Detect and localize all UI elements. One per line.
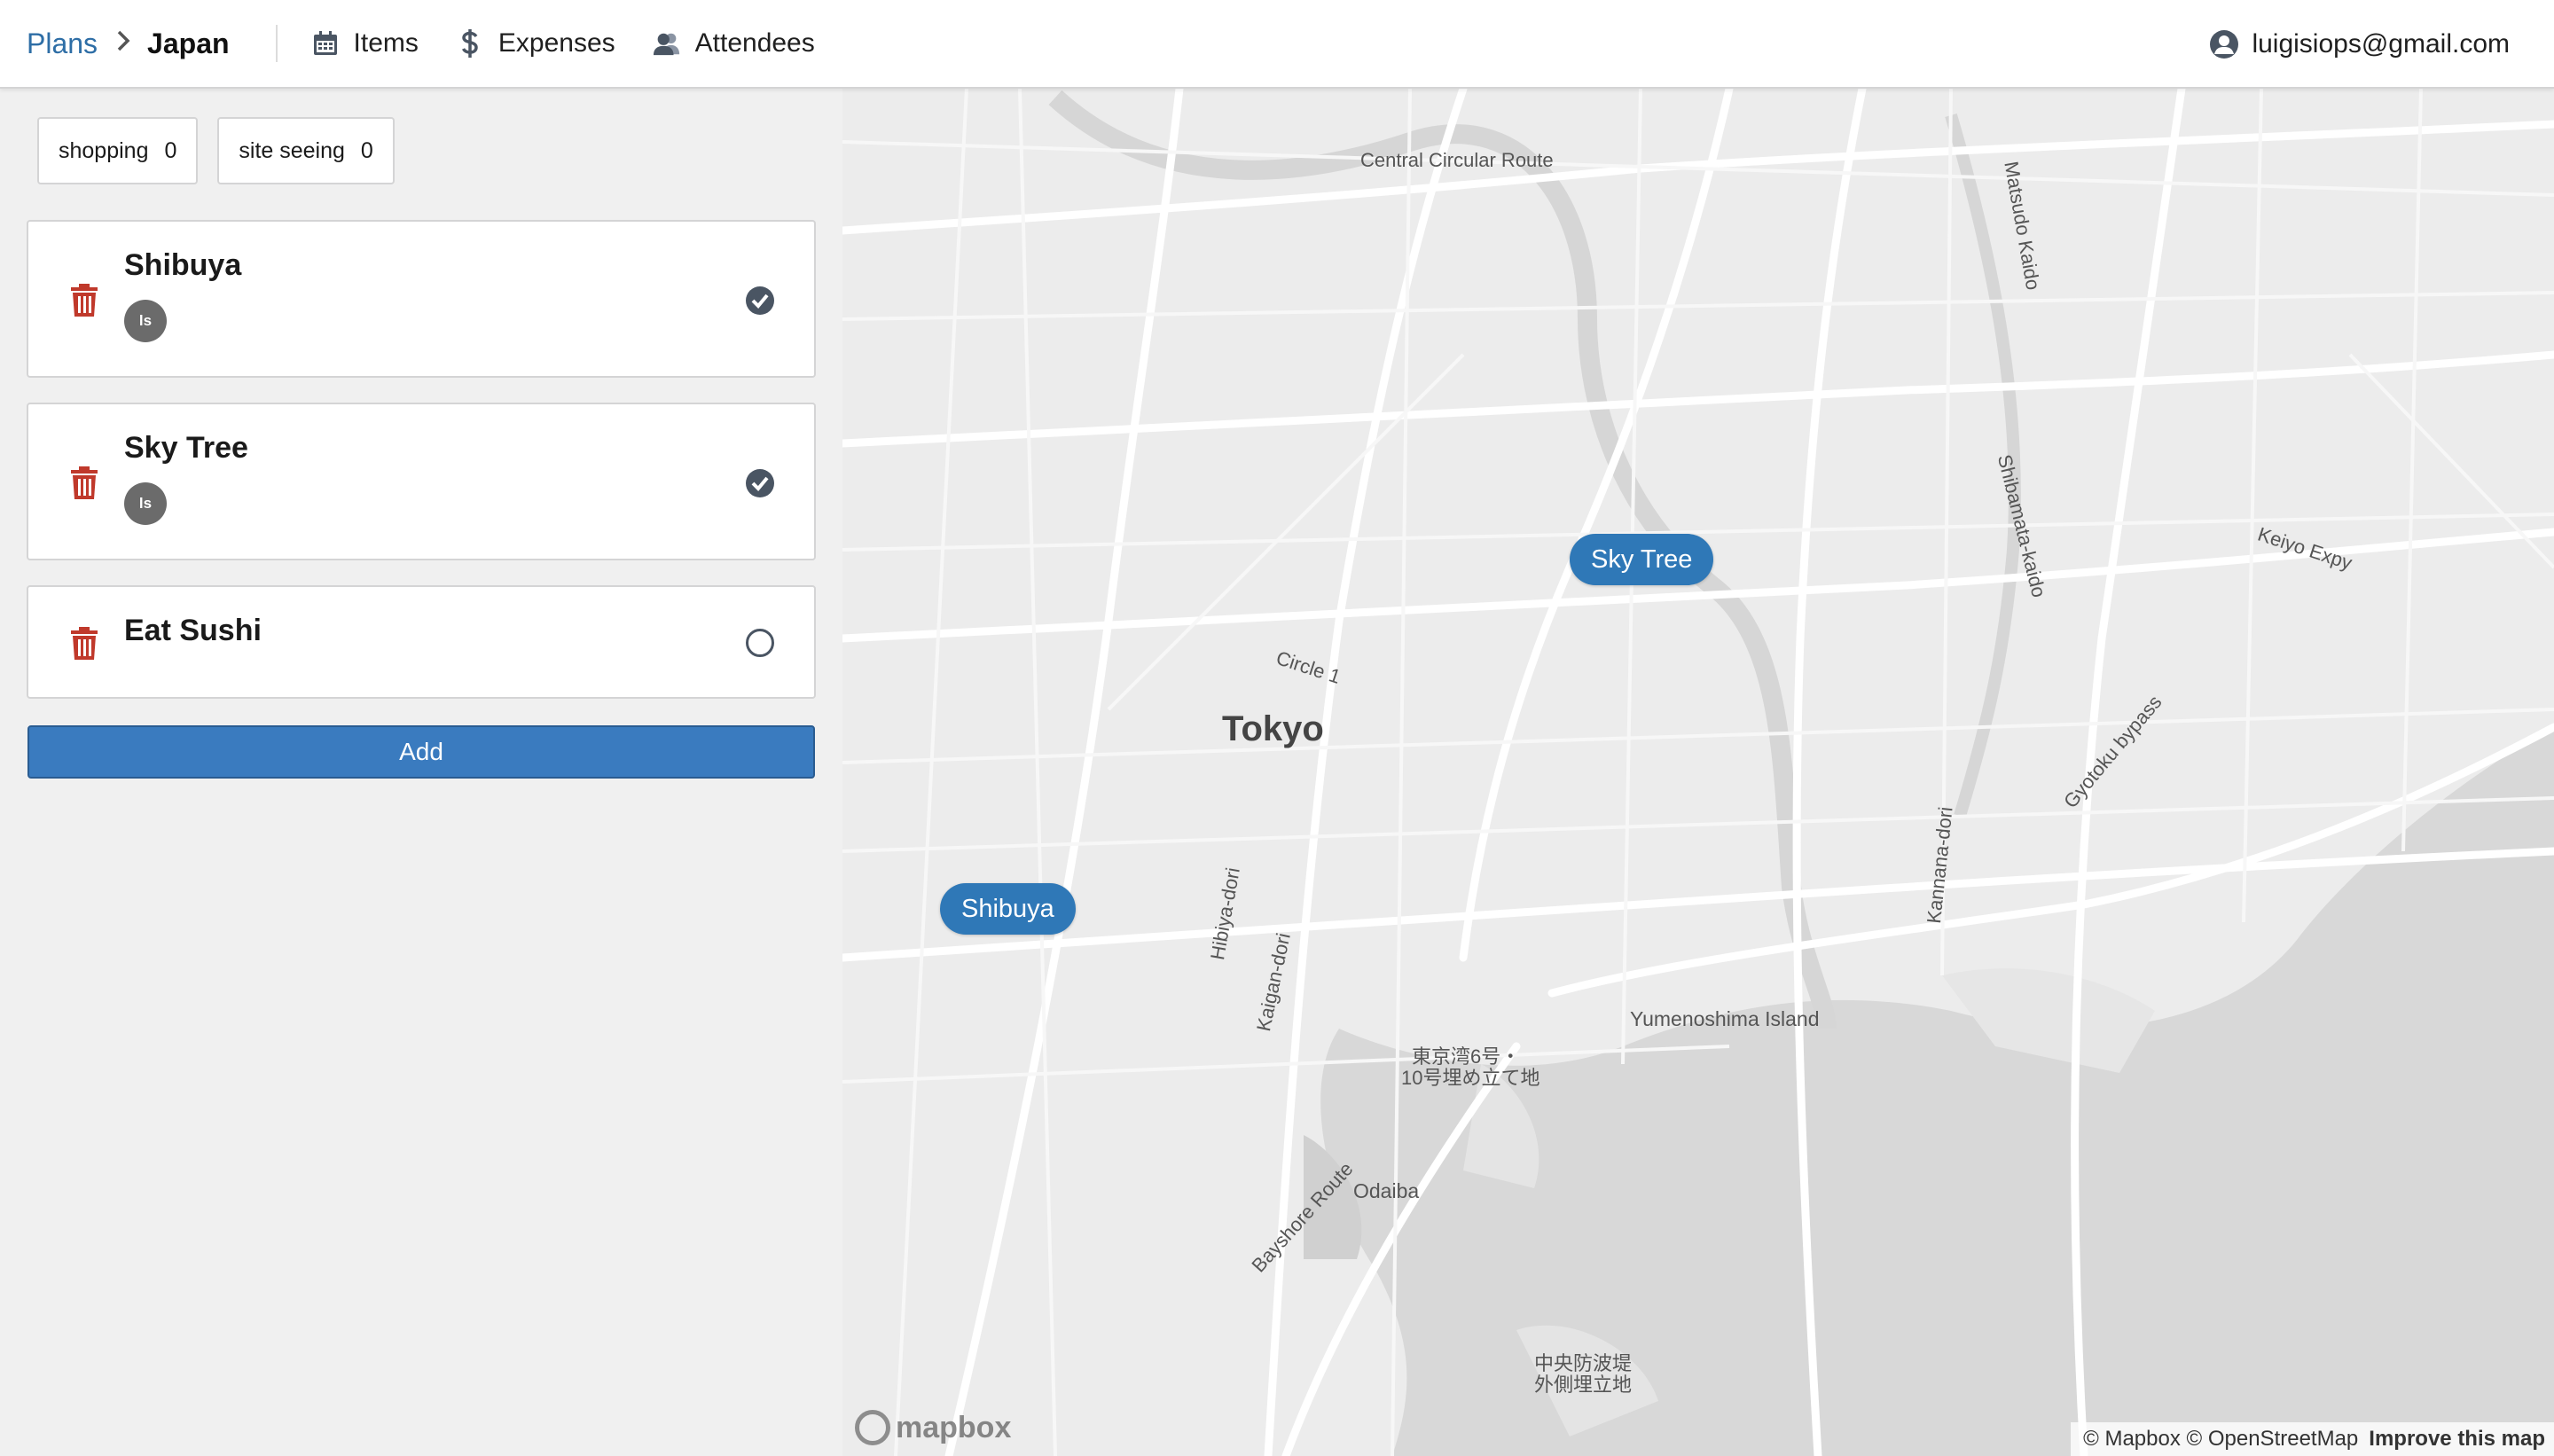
map-marker-sky-tree[interactable]: Sky Tree [1570,534,1714,585]
map-marker-shibuya[interactable]: Shibuya [940,883,1076,935]
top-bar: Plans Japan Items Expenses Attendees lui… [0,0,2554,89]
nav-items-label: Items [353,28,419,58]
mapbox-logo-text: mapbox [896,1410,1012,1444]
category-count: 0 [360,137,373,163]
nav-divider [275,25,278,62]
calendar-icon [311,29,340,58]
category-chips: shopping 0 site seeing 0 [37,117,414,184]
trash-icon[interactable] [69,466,99,500]
item-card[interactable]: Eat Sushi [27,585,816,699]
chevron-right-icon [115,29,131,59]
nav-expenses[interactable]: Expenses [456,28,615,59]
breadcrumb-plans-link[interactable]: Plans [27,27,98,60]
users-icon [653,29,681,58]
trash-icon[interactable] [69,284,99,317]
user-circle-icon [2209,29,2239,59]
map-area-label: Odaiba [1353,1179,1420,1202]
item-title: Eat Sushi [124,614,262,647]
check-circle-icon[interactable] [745,468,775,498]
improve-map-link[interactable]: Improve this map [2369,1427,2545,1452]
map-road-label: Central Circular Route [1360,149,1554,171]
user-email: luigisiops@gmail.com [2252,29,2510,59]
category-count: 0 [164,137,177,163]
mapbox-logo[interactable]: mapbox [855,1410,1011,1445]
category-chip-shopping[interactable]: shopping 0 [37,117,199,184]
map-attribution: © Mapbox © OpenStreetMap Improve this ma… [2071,1422,2554,1456]
item-card[interactable]: Sky Tree ls [27,403,816,560]
category-label: shopping [59,137,149,163]
user-menu[interactable]: luigisiops@gmail.com [2209,0,2510,89]
nav-expenses-label: Expenses [497,28,615,58]
dollar-icon [456,29,484,58]
map-area-label: 外側埋立地 [1534,1374,1633,1396]
map-city-label: Tokyo [1222,709,1324,748]
breadcrumb: Plans Japan [27,27,230,60]
nav-attendees-label: Attendees [694,28,815,58]
item-title: Sky Tree [124,431,248,465]
add-button[interactable]: Add [27,725,815,779]
sidebar: shopping 0 site seeing 0 Shibuya ls Sky … [0,89,842,1456]
avatar: ls [124,482,167,525]
nav-attendees[interactable]: Attendees [653,28,815,59]
category-label: site seeing [239,137,345,163]
map[interactable]: Tokyo Central Circular Route Circle 1 Yu… [842,89,2554,1456]
map-base-layer [842,89,2554,1456]
avatar: ls [124,300,167,342]
mapbox-logo-icon [855,1410,890,1445]
map-area-label: Yumenoshima Island [1630,1007,1820,1030]
breadcrumb-current: Japan [147,27,230,59]
attribution-text[interactable]: © Mapbox © OpenStreetMap [2083,1427,2358,1452]
item-title: Shibuya [124,248,242,282]
item-card[interactable]: Shibuya ls [27,220,816,378]
map-area-label: 10号埋め立て地 [1401,1067,1540,1089]
category-chip-site-seeing[interactable]: site seeing 0 [217,117,395,184]
check-circle-icon[interactable] [745,286,775,316]
trash-icon[interactable] [69,627,99,661]
circle-outline-icon[interactable] [745,628,775,658]
nav-items[interactable]: Items [311,28,419,59]
